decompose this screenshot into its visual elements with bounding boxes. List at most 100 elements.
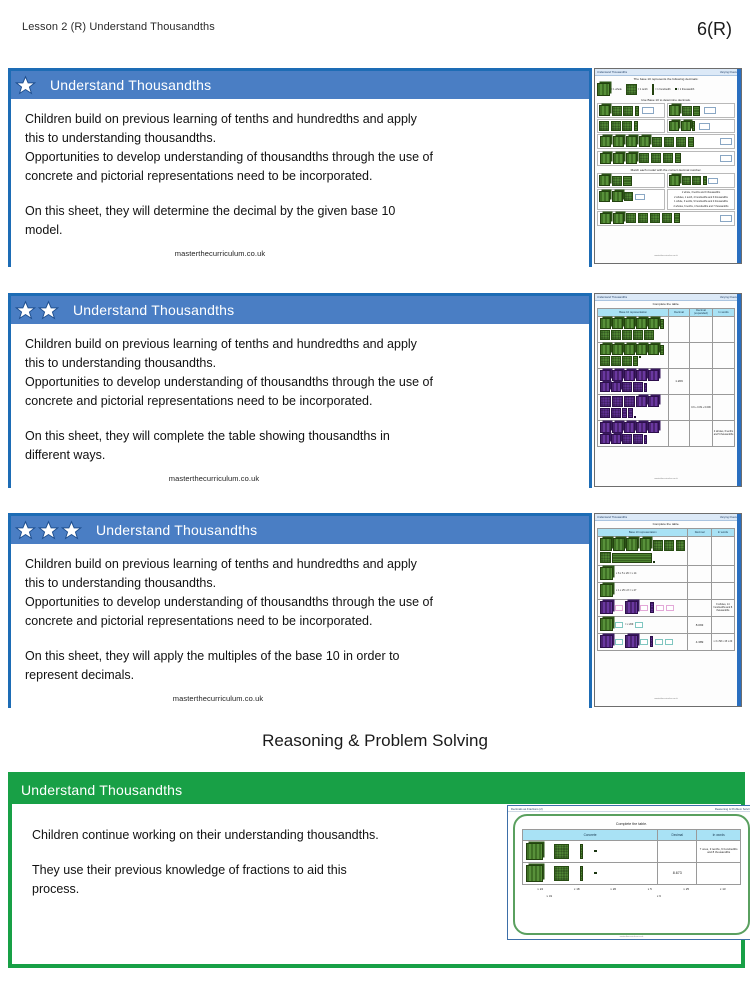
star-icon: [38, 300, 59, 320]
thumb-3-content: Complete the table. Base 10 representati…: [596, 522, 736, 701]
thumb-1-question-pair-2: [597, 119, 735, 134]
thumb-rps-row-2-concrete: [521, 861, 659, 885]
thumb-1-question-4: [667, 119, 735, 134]
table-row: 7 ones, 3 tenths, 6 hundredths and 8 tho…: [521, 839, 741, 863]
thumb-1-match-4: [597, 210, 735, 226]
table-row: 9 wholes, 14 hundredths and 8 thousandth…: [596, 598, 736, 617]
thumb-rps-mult-8: x 6: [656, 893, 661, 898]
card-3-task-line-2: represent decimals.: [25, 668, 135, 682]
thumb-2-row-3-concrete: [596, 367, 670, 395]
thumb-2-row-4-expanded: 0.9 + 0.09 + 0.009: [688, 393, 714, 421]
thumb-rps-mult-5: x 25: [683, 886, 690, 891]
reasoning-section-title: Reasoning & Problem Solving: [262, 731, 488, 750]
thumb-2-row-3-words: [712, 367, 735, 395]
thumb-2-col-2: Decimal (expanded): [688, 307, 714, 317]
thumb-1-content: The base 10 represents the following dec…: [597, 77, 735, 258]
thumb-rps-mult-3: x 26: [610, 886, 617, 891]
thumb-3-scrollbar[interactable]: [737, 514, 741, 706]
card-2-task-line-1: On this sheet, they will complete the ta…: [25, 429, 390, 443]
thumb-rps-multipliers-row-2: x 31 x 6: [522, 894, 741, 898]
thumb-1-question-2: [667, 103, 735, 118]
reasoning-card[interactable]: Understand Thousandths Children continue…: [8, 772, 750, 968]
thumb-2-row-2-expanded: [688, 341, 714, 369]
card-3-spacer: [25, 631, 575, 647]
table-header-row: Base 10 representation Decimal In words: [596, 527, 736, 537]
legend-label-whole: = 1 whole: [611, 87, 622, 91]
table-row: [596, 315, 735, 343]
card-2-line-4: concrete and pictorial representations n…: [25, 394, 373, 408]
thumb-1-caption-1: The base 10 represents the following dec…: [633, 77, 699, 81]
thumb-3-row-1-decimal: [687, 535, 712, 566]
thumb-2-scrollbar[interactable]: [737, 294, 741, 486]
thumb-3-row-1-words: [710, 535, 736, 566]
thumb-3-inner: Understand Thousandths Varying Fluency C…: [595, 514, 741, 706]
thumb-2-row-5-words: 4 wholes, 6 tenths and 5 thousandths: [712, 419, 735, 447]
thumb-2-row-5-concrete: [596, 419, 670, 447]
thumb-1-match-2: [667, 173, 735, 189]
reasoning-card-title: Understand Thousandths: [21, 782, 183, 798]
card-1-star-rating: [11, 75, 36, 96]
thumb-1-caption-3: Match each model with the correct decima…: [630, 167, 702, 172]
card-1-title: Understand Thousandths: [50, 77, 212, 93]
page-topbar: Lesson 2 (R) Understand Thousandths 6(R): [0, 0, 750, 52]
card-3-line-4: concrete and pictorial representations n…: [25, 614, 373, 628]
thumb-1-word-option-4: 2 wholes, 6 tenths, 4 hundredths and 7 t…: [673, 204, 729, 208]
thumb-rps-col-0: Concrete: [521, 828, 659, 841]
card-1-line-2: this to understanding thousandths.: [25, 131, 217, 145]
card-1-line-4: concrete and pictorial representations n…: [25, 169, 373, 183]
thumb-rps-mult-7: x 31: [546, 893, 553, 898]
thumb-3-col-2: In words: [710, 527, 736, 537]
legend-label-tenth: = 1 tenth: [637, 87, 648, 91]
card-1-line-3: Opportunities to develop understanding o…: [25, 150, 433, 164]
thumb-3-doc-header: Understand Thousandths Varying Fluency: [595, 514, 741, 521]
legend-cube-glyph: [597, 82, 610, 96]
thumb-3-row-5-words: [710, 615, 736, 634]
table-row: [596, 341, 735, 369]
card-2-line-3: Opportunities to develop understanding o…: [25, 375, 433, 389]
reasoning-worksheet-thumbnail[interactable]: Decimals as Fractions (2) Reasoning & Pr…: [507, 805, 750, 940]
table-row: 8.673: [521, 861, 741, 885]
thumb-rps-table: Concrete Decimal In words 7 ones, 3 tent…: [521, 828, 741, 885]
reasoning-card-header: Understand Thousandths: [12, 776, 741, 804]
table-header-row: Base 10 representation Decimal Decimal (…: [596, 307, 735, 317]
thumb-3-col-1: Decimal: [687, 527, 712, 537]
card-2-worksheet-thumbnail[interactable]: Understand Thousandths Varying Fluency C…: [594, 293, 742, 487]
thumb-rps-row-2-decimal: 8.673: [657, 861, 698, 885]
thumb-2-row-2-decimal: [668, 341, 690, 369]
card-3-worksheet-thumbnail[interactable]: Understand Thousandths Varying Fluency C…: [594, 513, 742, 707]
thumb-3-row-4-decimal: [687, 598, 712, 617]
thumb-1-question-5: [597, 134, 735, 150]
star-icon: [38, 520, 59, 540]
thumb-1-scrollbar[interactable]: [737, 69, 741, 263]
card-1-spacer: [25, 186, 575, 202]
varying-fluency-card-3[interactable]: Understand Thousandths Children build on…: [0, 513, 750, 709]
thumb-rps-row-1-concrete: [521, 839, 659, 863]
card-2-task-line-2: different ways.: [25, 448, 106, 462]
thumb-2-row-5-expanded: [688, 419, 714, 447]
thumb-2-row-4-decimal: [668, 393, 690, 421]
thumb-1-doc-title: Understand Thousandths: [597, 70, 628, 74]
legend-rod-glyph: [651, 83, 655, 95]
thumb-2-content: Complete the table. Base 10 representati…: [596, 302, 735, 481]
card-2-star-rating: [11, 300, 59, 321]
varying-fluency-card-1[interactable]: Understand Thousandths Children build on…: [0, 68, 750, 268]
thumb-1-word-option-2: 2 wholes, 1 tenth, 4 hundredths and 3 th…: [674, 195, 728, 199]
thumb-3-row-2-concrete: x 6 x 5 x 26 = x 14: [596, 564, 689, 583]
thumb-2-row-4-words: [712, 393, 735, 421]
thumb-rps-row-2-words: [696, 861, 741, 885]
table-row: = x 209 8.093: [596, 615, 736, 634]
thumb-3-row-5-concrete: = x 209: [596, 615, 689, 634]
thumb-2-inner: Understand Thousandths Varying Fluency C…: [595, 294, 741, 486]
thumb-3-row-4-words: 9 wholes, 14 hundredths and 8 thousandth…: [710, 598, 736, 617]
thumb-rps-mult-1: x 24: [537, 886, 544, 891]
thumb-3-row-5-decimal: 8.093: [687, 615, 712, 634]
varying-fluency-card-2[interactable]: Understand Thousandths Children build on…: [0, 293, 750, 489]
thumb-rps-col-1: Decimal: [657, 828, 698, 841]
table-row: x 1 x 25 x 8 = x 27: [596, 581, 736, 600]
thumb-3-row-3-concrete: x 1 x 25 x 8 = x 27: [596, 581, 689, 600]
card-1-worksheet-thumbnail[interactable]: Understand Thousandths Varying Fluency T…: [594, 68, 742, 264]
thumb-rps-caption: Complete the table.: [615, 822, 648, 826]
thumb-2-table: Base 10 representation Decimal Decimal (…: [596, 307, 735, 447]
card-3-credit: masterthecurriculum.co.uk: [172, 694, 264, 703]
thumb-rps-col-2: In words: [696, 828, 741, 841]
